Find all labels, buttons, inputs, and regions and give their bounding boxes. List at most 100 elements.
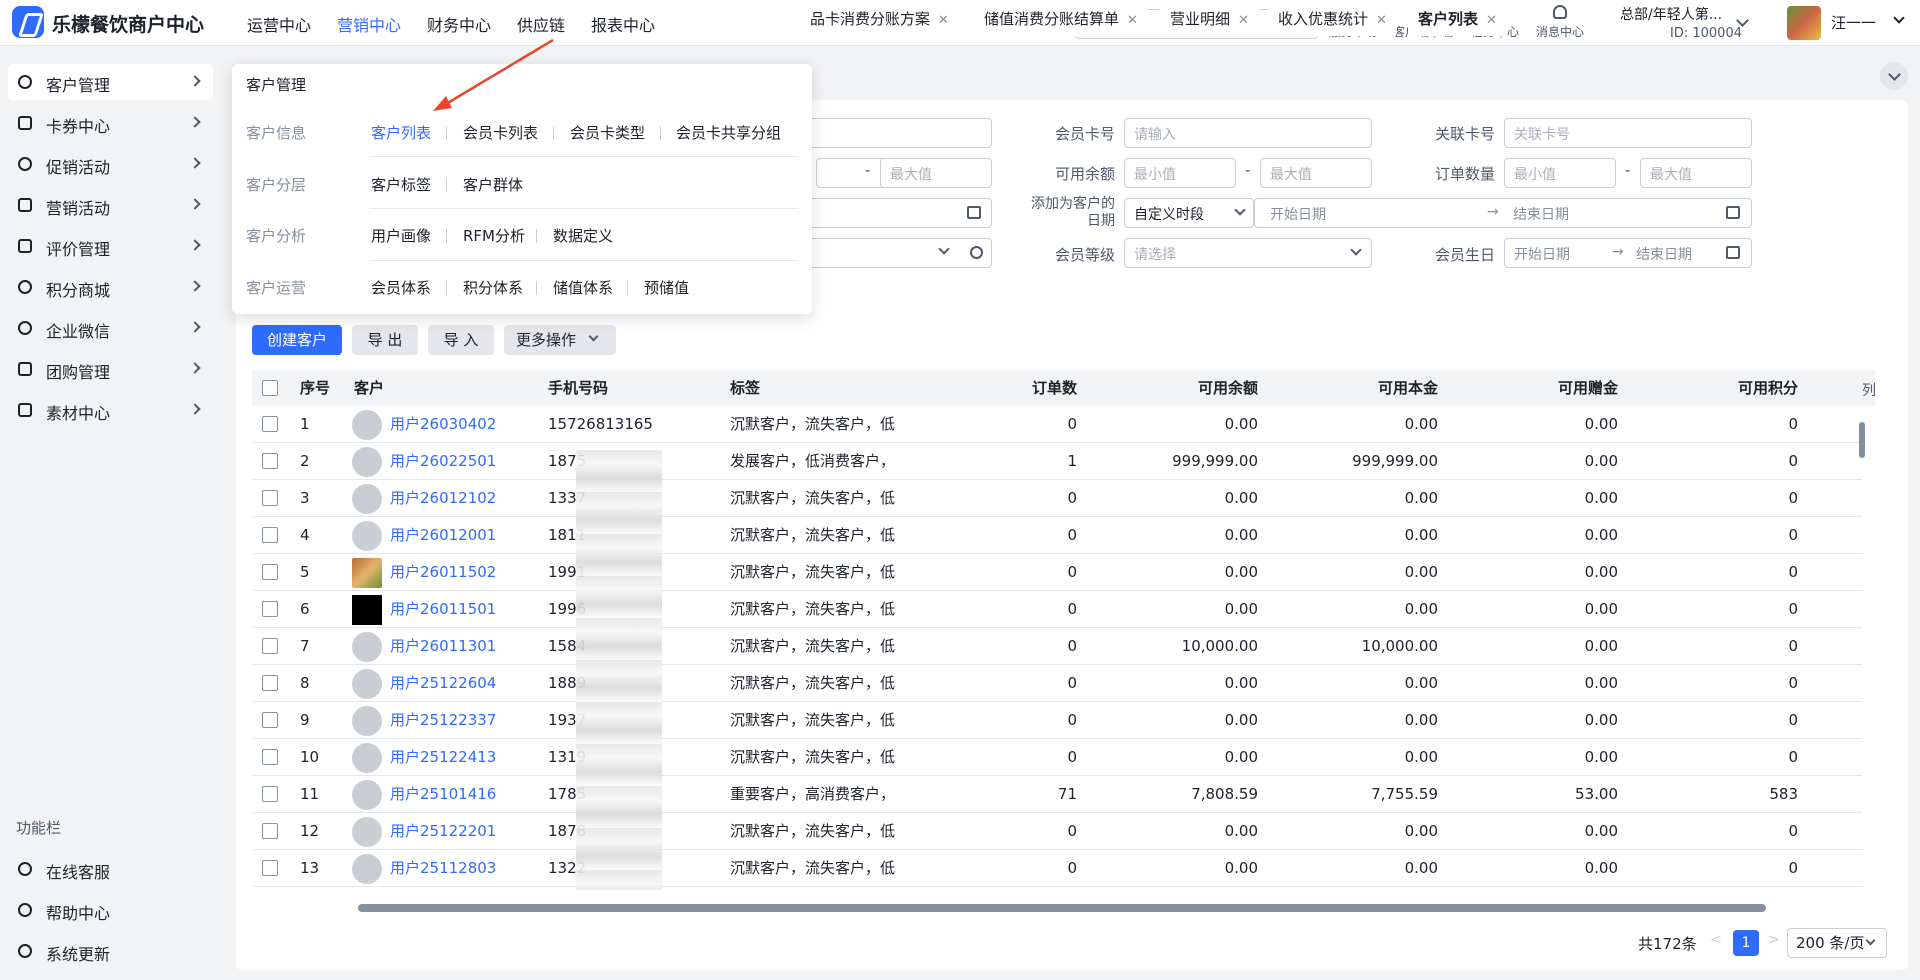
popup-link-points-system[interactable]: 积分体系	[463, 277, 523, 298]
user-avatar[interactable]	[1787, 6, 1821, 40]
table-row[interactable]: 用户25122413 10 1319 沉默客户，流失客户，低 0 0.00 0.00 0.00…	[252, 739, 1862, 776]
online-support-button[interactable]: 在线客服	[8, 852, 213, 886]
close-icon[interactable]: ✕	[1238, 4, 1249, 38]
added-date-range[interactable]	[1254, 198, 1752, 228]
card-no-input[interactable]: 请输入	[1124, 118, 1372, 148]
chevron-down-icon[interactable]	[1736, 14, 1749, 27]
added-date-mode-select[interactable]: 自定义时段	[1124, 198, 1254, 228]
page-1-button[interactable]: 1	[1733, 930, 1759, 956]
filter-date-left[interactable]	[800, 198, 992, 228]
row-checkbox[interactable]	[262, 416, 278, 432]
filter-max-left[interactable]: 最大值	[880, 158, 992, 188]
table-row[interactable]: 用户25122604 8 1889 沉默客户，流失客户，低 0 0.00 0.00 0.00 0	[252, 665, 1862, 702]
nav-supply-chain[interactable]: 供应链	[517, 12, 565, 36]
popup-link-pre-stored-value[interactable]: 预储值	[644, 277, 689, 298]
user-name[interactable]: 汪一一	[1831, 12, 1876, 33]
row-checkbox[interactable]	[262, 860, 278, 876]
customer-link[interactable]: 用户26011301	[390, 628, 540, 665]
customer-link[interactable]: 用户25112803	[390, 850, 540, 887]
popup-link-stored-value-system[interactable]: 储值体系	[553, 277, 613, 298]
table-row[interactable]: 用户26030402 1 15726813165 沉默客户，流失客户，低 0 0.00 0.…	[252, 406, 1862, 443]
row-checkbox[interactable]	[262, 675, 278, 691]
level-select[interactable]: 请选择	[1124, 238, 1372, 268]
table-row[interactable]: 用户25122337 9 1937 沉默客户，流失客户，低 0 0.00 0.00 0.00 0	[252, 702, 1862, 739]
close-icon[interactable]: ✕	[1486, 4, 1497, 38]
row-checkbox[interactable]	[262, 601, 278, 617]
org-name[interactable]: 总部/年轻人第...	[1620, 4, 1722, 24]
sidebar-item-marketing[interactable]: 营销活动	[8, 187, 213, 223]
tabs-dropdown-button[interactable]	[1880, 62, 1908, 90]
popup-link-customer-groups[interactable]: 客户群体	[463, 174, 523, 195]
balance-max-input[interactable]: 最大值	[1260, 158, 1372, 188]
calendar-icon[interactable]	[967, 206, 981, 219]
nav-report-center[interactable]: 报表中心	[591, 12, 655, 36]
table-row[interactable]: 用户26012001 4 1811 沉默客户，流失客户，低 0 0.00 0.00 0.00 0	[252, 517, 1862, 554]
table-row[interactable]: 用户26011301 7 1584 沉默客户，流失客户，低 0 10,000.00 10,0…	[252, 628, 1862, 665]
balance-min-input[interactable]: 最小值	[1124, 158, 1236, 188]
sidebar-item-points-mall[interactable]: 积分商城	[8, 269, 213, 305]
table-row[interactable]: 用户25122201 12 1878 沉默客户，流失客户，低 0 0.00 0.00 0.00…	[252, 813, 1862, 850]
table-row[interactable]: 用户25112803 13 1322 沉默客户，流失客户，低 0 0.00 0.00 0.00…	[252, 850, 1862, 887]
row-checkbox[interactable]	[262, 453, 278, 469]
row-checkbox[interactable]	[262, 638, 278, 654]
search-icon[interactable]	[970, 246, 983, 259]
export-button[interactable]: 导 出	[352, 325, 418, 355]
filter-input-left-1[interactable]	[800, 118, 992, 148]
col-header-gift[interactable]: 可用赠金	[1492, 370, 1618, 406]
linked-card-input[interactable]: 关联卡号	[1504, 118, 1752, 148]
help-center-button[interactable]: 帮助中心	[8, 893, 213, 927]
close-icon[interactable]: ✕	[938, 4, 949, 38]
sidebar-item-material[interactable]: 素材中心	[8, 392, 213, 428]
row-checkbox[interactable]	[262, 490, 278, 506]
tab-customer-list[interactable]: 客户列表 ✕	[1408, 2, 1507, 36]
message-center-button[interactable]: 消息中心	[1525, 3, 1595, 43]
nav-ops-center[interactable]: 运营中心	[247, 12, 311, 36]
nav-marketing-center[interactable]: 营销中心	[337, 12, 401, 36]
table-row[interactable]: 用户26011501 6 1996 沉默客户，流失客户，低 0 0.00 0.00 0.00 0	[252, 591, 1862, 628]
row-checkbox[interactable]	[262, 786, 278, 802]
table-row[interactable]: 用户26011502 5 1991 沉默客户，流失客户，低 0 0.00 0.00 0.00 0	[252, 554, 1862, 591]
popup-link-card-type[interactable]: 会员卡类型	[570, 122, 645, 143]
table-row[interactable]: 用户26012102 3 1337 沉默客户，流失客户，低 0 0.00 0.00 0.00 0	[252, 480, 1862, 517]
tab-card-split-plan[interactable]: 品卡消费分账方案 ✕	[800, 2, 959, 36]
customer-link[interactable]: 用户26011502	[390, 554, 540, 591]
close-icon[interactable]: ✕	[1376, 4, 1387, 38]
customer-link[interactable]: 用户25122413	[390, 739, 540, 776]
popup-link-rfm[interactable]: RFM分析	[463, 225, 525, 246]
customer-link[interactable]: 用户26012001	[390, 517, 540, 554]
popup-link-customer-tags[interactable]: 客户标签	[371, 174, 431, 195]
row-checkbox[interactable]	[262, 712, 278, 728]
next-page-icon[interactable]: >	[1768, 932, 1780, 948]
order-min-input[interactable]: 最小值	[1504, 158, 1616, 188]
horizontal-scrollbar[interactable]	[358, 904, 1766, 912]
customer-link[interactable]: 用户25122201	[390, 813, 540, 850]
system-update-button[interactable]: 系统更新	[8, 934, 213, 968]
row-checkbox[interactable]	[262, 527, 278, 543]
order-max-input[interactable]: 最大值	[1640, 158, 1752, 188]
customer-link[interactable]: 用户25101416	[390, 776, 540, 813]
chevron-down-icon[interactable]	[1893, 12, 1905, 24]
filter-select-left[interactable]	[800, 238, 992, 268]
sidebar-item-wecom[interactable]: 企业微信	[8, 310, 213, 346]
tab-business-detail[interactable]: 营业明细 ✕	[1160, 2, 1259, 36]
calendar-icon[interactable]	[1726, 246, 1740, 259]
column-settings-button[interactable]: 列	[1862, 380, 1886, 430]
more-actions-button[interactable]: 更多操作	[504, 325, 616, 355]
col-header-principal[interactable]: 可用本金	[1312, 370, 1438, 406]
customer-link[interactable]: 用户25122604	[390, 665, 540, 702]
close-icon[interactable]: ✕	[1127, 4, 1138, 38]
sidebar-item-customer-mgmt[interactable]: 客户管理	[8, 64, 213, 100]
sidebar-item-review[interactable]: 评价管理	[8, 228, 213, 264]
row-checkbox[interactable]	[262, 823, 278, 839]
table-row[interactable]: 用户25101416 11 1785 重要客户，高消费客户， 71 7,808.59 7,7…	[252, 776, 1862, 813]
popup-link-data-definition[interactable]: 数据定义	[553, 225, 613, 246]
select-all-checkbox[interactable]	[262, 380, 278, 396]
table-row[interactable]: 用户26022501 2 1875 发展客户，低消费客户， 1 999,999.00 999…	[252, 443, 1862, 480]
create-customer-button[interactable]: 创建客户	[252, 325, 342, 355]
popup-link-customer-list[interactable]: 客户列表	[371, 122, 431, 143]
calendar-icon[interactable]	[1726, 206, 1740, 219]
customer-link[interactable]: 用户26012102	[390, 480, 540, 517]
sidebar-item-group-buy[interactable]: 团购管理	[8, 351, 213, 387]
tab-stored-value-settlement[interactable]: 储值消费分账结算单 ✕	[974, 2, 1148, 36]
customer-link[interactable]: 用户26030402	[390, 406, 540, 443]
